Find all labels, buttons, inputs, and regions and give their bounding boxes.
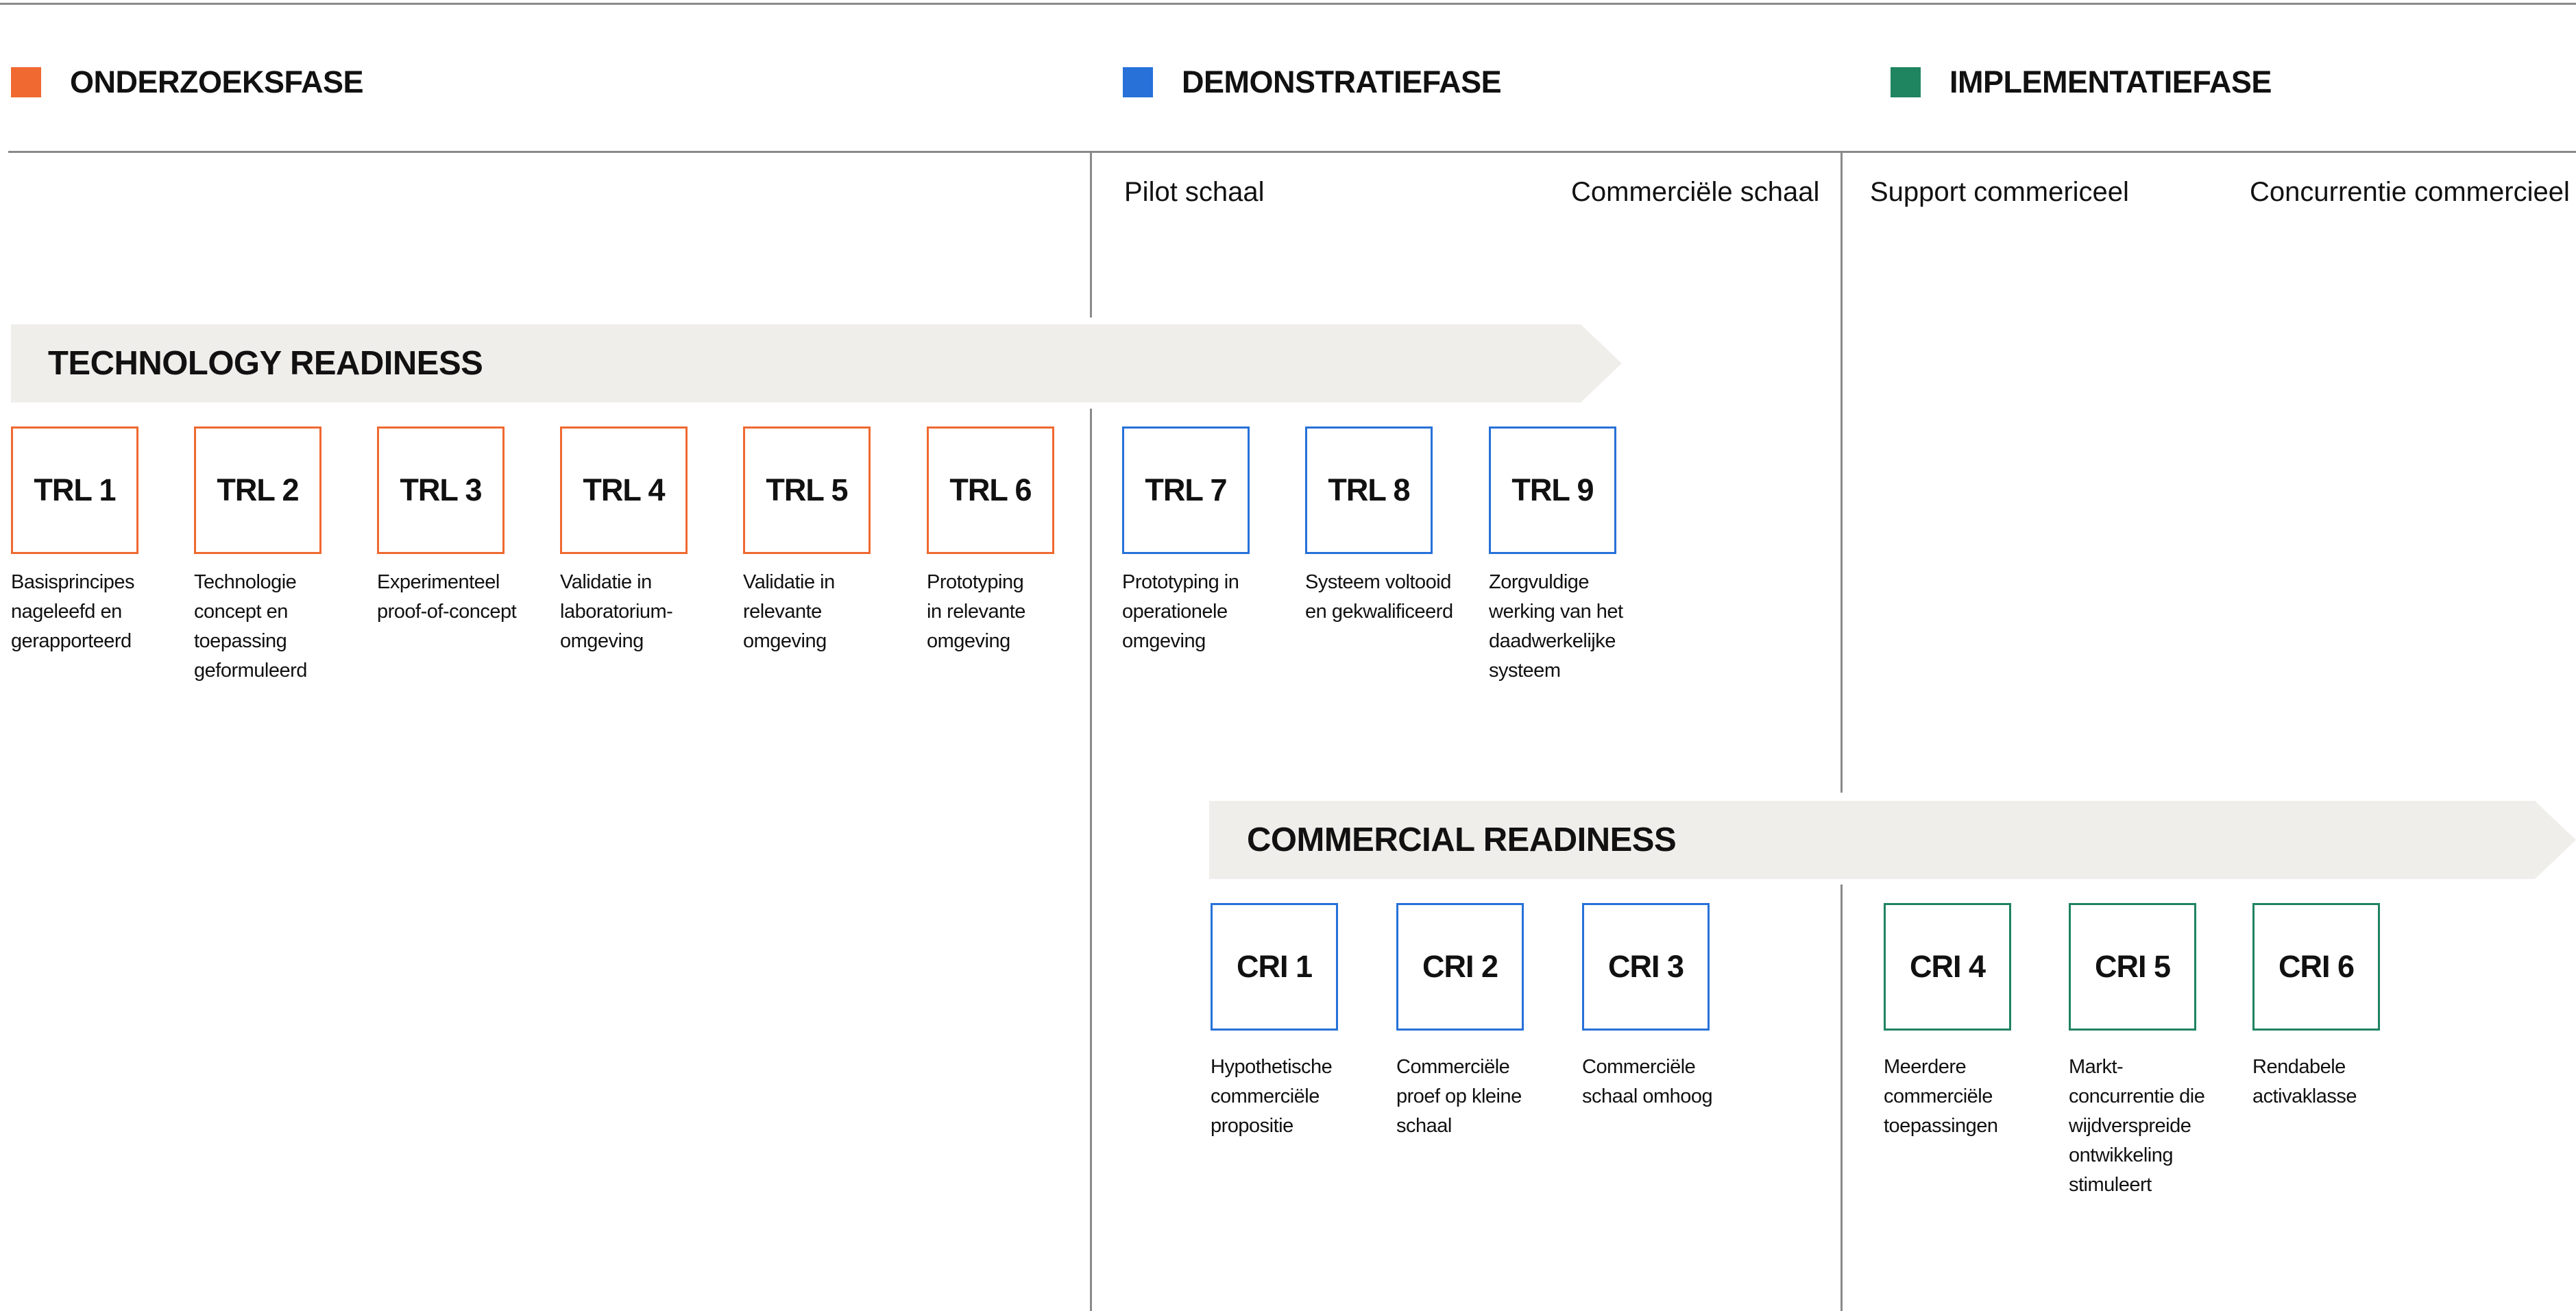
commercial-readiness-banner: COMMERCIAL READINESS xyxy=(1209,801,2576,879)
trl-2-box: TRL 2 xyxy=(194,426,321,554)
demo-implementation-divider-upper xyxy=(1840,151,1843,793)
trl-7-description: Prototyping in operationele omgeving xyxy=(1122,571,1239,652)
cri-4-description: Meerdere commerciële toepassingen xyxy=(1884,1056,1998,1137)
trl-5-description: Validatie in relevante omgeving xyxy=(743,571,835,652)
phase-label: DEMONSTRATIEFASE xyxy=(1182,64,1502,99)
research-demo-divider-lower xyxy=(1090,409,1092,1311)
trl-4-description: Validatie in laboratorium-omgeving xyxy=(560,571,673,652)
phase-onderzoeksfase: ONDERZOEKSFASE xyxy=(11,64,364,100)
phase-demonstratiefase: DEMONSTRATIEFASE xyxy=(1123,64,1502,100)
trl-3-description: Experimenteel proof-of-concept xyxy=(377,571,517,623)
scale-pilot: Pilot schaal xyxy=(1124,177,1265,207)
phase-label: ONDERZOEKSFASE xyxy=(70,64,364,99)
trl-7-box: TRL 7 xyxy=(1122,426,1250,554)
trl-9-box: TRL 9 xyxy=(1489,426,1616,554)
research-demo-divider-upper xyxy=(1090,151,1092,317)
cri-2-box: CRI 2 xyxy=(1396,903,1524,1031)
phase-header-divider xyxy=(8,151,2576,153)
cri-4-box: CRI 4 xyxy=(1884,903,2011,1031)
trl-5-box: TRL 5 xyxy=(743,426,871,554)
top-divider xyxy=(0,3,2576,5)
scale-concurrentie-commercieel: Concurrentie commercieel xyxy=(2250,177,2570,207)
trl-3-box: TRL 3 xyxy=(377,426,505,554)
cri-1-box: CRI 1 xyxy=(1211,903,1338,1031)
trl-1-box: TRL 1 xyxy=(11,426,138,554)
commercial-readiness-title: COMMERCIAL READINESS xyxy=(1247,821,1677,858)
technology-readiness-banner: TECHNOLOGY READINESS xyxy=(11,324,1622,402)
trl-6-description: Prototyping in relevante omgeving xyxy=(927,571,1025,652)
trl-6-box: TRL 6 xyxy=(927,426,1054,554)
technology-readiness-title: TECHNOLOGY READINESS xyxy=(48,345,483,382)
cri-5-description: Markt-concurrentie die wijdverspreide on… xyxy=(2069,1056,2205,1196)
cri-1-description: Hypothetische commerciële propositie xyxy=(1211,1056,1333,1137)
demonstratiefase-color-square xyxy=(1123,67,1153,97)
cri-3-description: Commerciële schaal omhoog xyxy=(1582,1056,1713,1107)
implementatiefase-color-square xyxy=(1891,67,1921,97)
cri-5-box: CRI 5 xyxy=(2069,903,2196,1031)
cri-6-box: CRI 6 xyxy=(2252,903,2380,1031)
trl-8-box: TRL 8 xyxy=(1305,426,1433,554)
onderzoeksfase-color-square xyxy=(11,67,41,97)
phase-label: IMPLEMENTATIEFASE xyxy=(1949,64,2272,99)
trl-9-description: Zorgvuldige werking van het daadwerkelij… xyxy=(1489,571,1623,682)
demo-implementation-divider-lower xyxy=(1840,885,1843,1311)
cri-2-description: Commerciële proef op kleine schaal xyxy=(1396,1056,1522,1137)
trl-2-description: Technologie concept en toepassing geform… xyxy=(194,571,307,682)
scale-support-commercieel: Support commericeel xyxy=(1870,177,2129,207)
phase-implementatiefase: IMPLEMENTATIEFASE xyxy=(1891,64,2272,100)
scale-commercieel: Commerciële schaal xyxy=(1571,177,1820,207)
trl-1-description: Basisprincipes nageleefd en gerapporteer… xyxy=(11,571,134,652)
cri-6-description: Rendabele activaklasse xyxy=(2252,1056,2357,1107)
trl-8-description: Systeem voltooid en gekwalificeerd xyxy=(1305,571,1453,623)
cri-3-box: CRI 3 xyxy=(1582,903,1710,1031)
trl-4-box: TRL 4 xyxy=(560,426,688,554)
